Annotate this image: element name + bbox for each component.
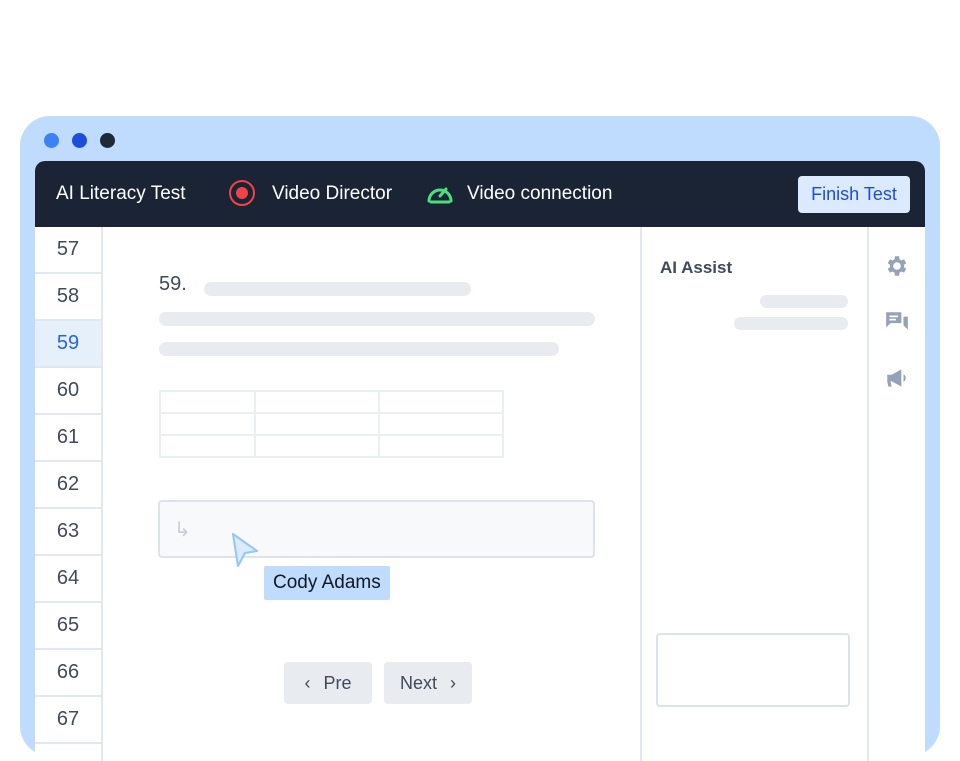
video-connection-label: Video connection [467, 183, 613, 204]
ai-assist-panel: AI Assist [642, 227, 867, 761]
previous-label: Pre [323, 673, 352, 693]
window-dot-blue[interactable] [44, 133, 59, 148]
video-director-label[interactable]: Video Director [272, 182, 392, 206]
table-cell [254, 434, 380, 458]
finish-test-button[interactable]: Finish Test [798, 176, 910, 213]
table-cell [159, 390, 256, 414]
table-cell [254, 412, 380, 436]
question-nav-item[interactable]: 63 [35, 509, 101, 556]
window-dot-dark[interactable] [100, 133, 115, 148]
question-nav: 57 58 59 60 61 62 63 64 65 66 67 [35, 227, 103, 761]
megaphone-icon[interactable] [884, 365, 910, 391]
question-nav-item[interactable]: 60 [35, 368, 101, 415]
app-title: AI Literacy Test [56, 183, 186, 204]
next-button[interactable]: Next › [384, 662, 472, 704]
question-nav-item[interactable]: 57 [35, 227, 101, 274]
table-cell [159, 434, 256, 458]
question-number: 59. [159, 273, 187, 295]
mouse-cursor-icon [232, 533, 258, 567]
chat-icon[interactable] [884, 309, 910, 335]
chevron-right-icon: › [450, 673, 457, 693]
ai-assist-title: AI Assist [660, 258, 733, 277]
assist-message-placeholder [734, 317, 848, 330]
question-nav-item[interactable]: 65 [35, 603, 101, 650]
ai-assist-input[interactable] [656, 633, 850, 707]
reply-arrow-icon: ↳ [174, 519, 191, 541]
question-text-placeholder [159, 342, 559, 356]
chevron-left-icon: ‹ [304, 673, 311, 693]
right-toolbar [869, 227, 925, 761]
table-row [159, 434, 504, 458]
next-label: Next [399, 673, 437, 693]
table-cell [378, 390, 504, 414]
top-bar: AI Literacy Test Video Director Video co… [35, 161, 925, 227]
table-row [159, 390, 504, 414]
table-cell [159, 412, 256, 436]
gauge-icon [427, 187, 453, 204]
question-nav-item[interactable]: 61 [35, 415, 101, 462]
app-window: AI Literacy Test Video Director Video co… [35, 161, 925, 761]
table-row [159, 412, 504, 436]
question-nav-item[interactable]: 64 [35, 556, 101, 603]
question-nav-item[interactable]: 62 [35, 462, 101, 509]
question-nav-item-active[interactable]: 59 [35, 321, 101, 368]
answer-input[interactable]: ↳ [158, 500, 595, 558]
assist-message-placeholder [760, 295, 848, 308]
window-dot-darkblue[interactable] [72, 133, 87, 148]
table-cell [378, 434, 504, 458]
previous-button[interactable]: ‹ Pre [284, 662, 372, 704]
collaborator-name-tag: Cody Adams [264, 566, 390, 600]
question-panel: 59. ↳ ‹ Pre Next › [103, 227, 640, 761]
gear-icon[interactable] [884, 253, 910, 279]
table-cell [378, 412, 504, 436]
question-nav-item[interactable]: 66 [35, 650, 101, 697]
question-text-placeholder [159, 312, 595, 326]
question-table [159, 390, 504, 458]
question-nav-item[interactable]: 67 [35, 697, 101, 744]
question-nav-item[interactable]: 58 [35, 274, 101, 321]
question-text-placeholder [204, 282, 471, 296]
table-cell [254, 390, 380, 414]
record-icon [229, 180, 255, 206]
